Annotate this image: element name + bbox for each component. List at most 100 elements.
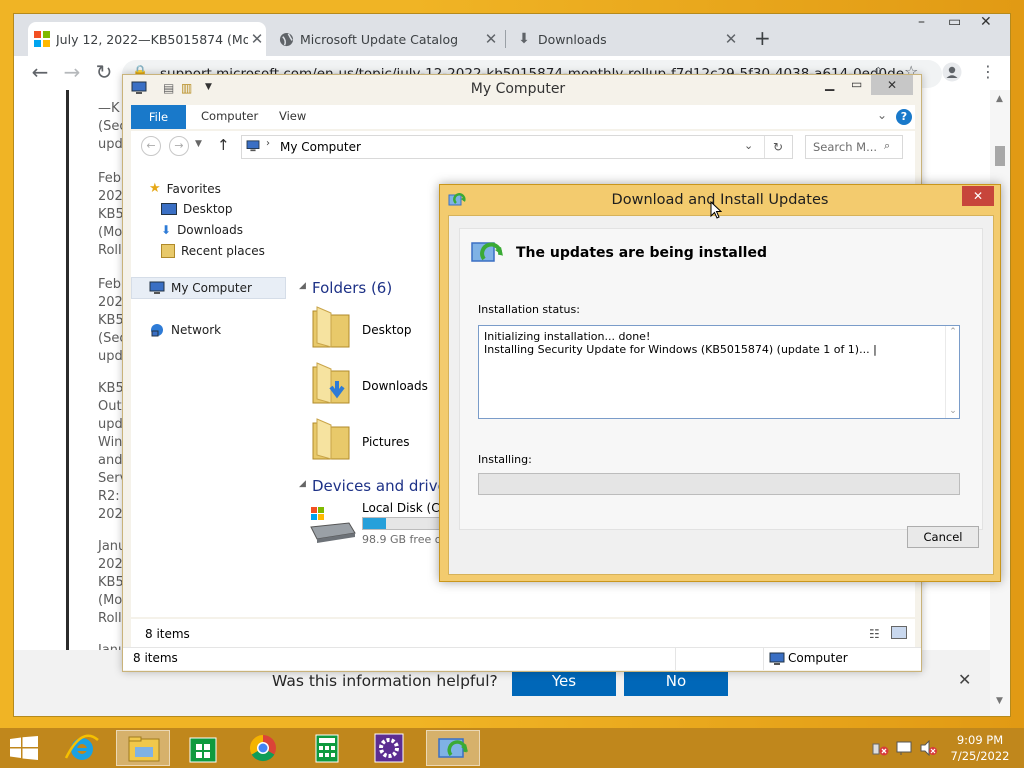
explorer-search-box[interactable]: Search M... ⌕ <box>805 135 903 159</box>
nav-network[interactable]: Network <box>149 323 221 337</box>
nav-favorites[interactable]: ★ Favorites <box>149 181 221 196</box>
collapse-devices-icon[interactable]: ◢ <box>299 479 306 489</box>
tab-downloads[interactable]: ⬇ Downloads ✕ <box>510 22 740 56</box>
close-window-icon[interactable]: ✕ <box>871 75 913 95</box>
close-tab-icon[interactable]: ✕ <box>482 30 500 48</box>
back-arrow-icon[interactable]: ← <box>28 60 52 84</box>
scrollbar-thumb[interactable] <box>995 146 1005 166</box>
dialog-close-icon[interactable]: ✕ <box>962 186 994 206</box>
taskbar-calculator[interactable] <box>300 730 354 766</box>
close-tab-icon[interactable]: ✕ <box>722 30 740 48</box>
help-icon[interactable]: ? <box>896 109 912 125</box>
taskbar-file-explorer[interactable] <box>116 730 170 766</box>
article-fragment[interactable]: Feb <box>98 276 121 294</box>
article-fragment[interactable]: 202 <box>98 556 123 574</box>
new-tab-button[interactable]: + <box>754 26 771 50</box>
nav-recent-places[interactable]: Recent places <box>161 244 265 258</box>
start-windows-icon[interactable] <box>10 736 38 760</box>
article-fragment[interactable]: KB5 <box>98 574 124 592</box>
address-row: ← → ▼ ↑ › My Computer ⌄ ↻ Search M... ⌕ <box>131 131 915 167</box>
flag-icon[interactable] <box>896 740 914 756</box>
close-tab-icon[interactable]: ✕ <box>248 30 266 48</box>
maximize-icon[interactable]: ▭ <box>948 14 961 30</box>
nav-label: Downloads <box>177 223 243 237</box>
maximize-icon[interactable]: ▭ <box>851 77 862 91</box>
nav-downloads[interactable]: ⬇ Downloads <box>161 223 243 237</box>
folder-pictures[interactable]: Pictures <box>362 435 410 449</box>
article-fragment[interactable]: Roll <box>98 610 122 628</box>
folder-icon <box>311 303 353 349</box>
article-fragment[interactable]: 202 <box>98 294 123 312</box>
gear-icon <box>374 733 404 763</box>
system-clock[interactable]: 9:09 PM 7/25/2022 <box>940 732 1020 764</box>
status-scrollbar[interactable]: ⌃ ⌄ <box>945 326 960 418</box>
scroll-up-icon[interactable]: ⌃ <box>946 326 960 339</box>
back-arrow-icon[interactable]: ← <box>141 136 161 156</box>
scroll-down-icon[interactable]: ⌄ <box>946 405 960 418</box>
taskbar-store[interactable] <box>176 730 230 766</box>
dialog-panel: The updates are being installed Installa… <box>459 228 983 530</box>
close-feedback-icon[interactable]: ✕ <box>958 670 971 689</box>
taskbar-chrome[interactable] <box>236 730 290 766</box>
collapse-folders-icon[interactable]: ◢ <box>299 281 306 291</box>
article-fragment[interactable]: 202 <box>98 506 123 524</box>
tab-computer[interactable]: Computer <box>201 109 258 123</box>
article-fragment[interactable]: —K <box>98 100 120 118</box>
network-warning-icon[interactable] <box>872 740 890 756</box>
folder-downloads[interactable]: Downloads <box>362 379 428 393</box>
forward-arrow-icon[interactable]: → <box>169 136 189 156</box>
article-fragment[interactable]: Out <box>98 398 122 416</box>
article-fragment[interactable]: KB5 <box>98 380 124 398</box>
installation-status-log[interactable]: Initializing installation... done! Insta… <box>478 325 960 419</box>
recent-locations-icon[interactable]: ▼ <box>195 139 202 149</box>
article-fragment[interactable]: and <box>98 452 122 470</box>
article-fragment[interactable]: KB5 <box>98 206 124 224</box>
scroll-down-icon[interactable]: ▼ <box>996 696 1003 706</box>
article-fragment[interactable]: Feb <box>98 170 121 188</box>
reload-icon[interactable]: ↻ <box>92 60 116 84</box>
explorer-titlebar: ▤ ▥ ▼ My Computer ▁ ▭ ✕ <box>123 75 921 103</box>
explorer-address-box[interactable]: › My Computer ⌄ ↻ <box>241 135 793 159</box>
address-dropdown-icon[interactable]: ⌄ <box>744 139 753 152</box>
ribbon-expand-icon[interactable]: ⌄ <box>877 108 887 122</box>
up-arrow-icon[interactable]: ↑ <box>217 136 230 154</box>
clock-time: 9:09 PM <box>956 733 1004 747</box>
taskbar-windows-update[interactable] <box>426 730 480 766</box>
taskbar-settings[interactable] <box>362 730 416 766</box>
cancel-button[interactable]: Cancel <box>907 526 979 548</box>
nav-desktop[interactable]: Desktop <box>161 202 233 216</box>
update-dialog: Download and Install Updates ✕ The updat… <box>439 184 1001 582</box>
tab-kb5015874[interactable]: July 12, 2022—KB5015874 (Monthly Rollup)… <box>28 22 266 56</box>
minimize-icon[interactable]: – <box>918 14 925 30</box>
article-fragment[interactable]: upd <box>98 416 123 434</box>
folders-header[interactable]: Folders (6) <box>312 279 392 297</box>
article-fragment[interactable]: (Mo <box>98 592 122 610</box>
tab-update-catalog[interactable]: Microsoft Update Catalog ✕ <box>272 22 500 56</box>
menu-dots-icon[interactable]: ⋮ <box>980 62 996 81</box>
volume-muted-icon[interactable] <box>920 740 938 756</box>
devices-header[interactable]: Devices and drives <box>312 477 455 495</box>
article-fragment[interactable]: Win <box>98 434 122 452</box>
tab-view[interactable]: View <box>279 109 306 123</box>
article-fragment[interactable]: upd <box>98 348 123 366</box>
minimize-icon[interactable]: ▁ <box>825 77 834 91</box>
recent-places-icon <box>161 244 175 258</box>
article-fragment[interactable]: (Mo <box>98 224 122 242</box>
tab-file[interactable]: File <box>131 105 186 129</box>
profile-avatar-icon[interactable] <box>942 62 962 82</box>
scroll-up-icon[interactable]: ▲ <box>996 94 1003 104</box>
article-fragment[interactable]: upd <box>98 136 123 154</box>
article-fragment[interactable]: KB5 <box>98 312 124 330</box>
close-window-icon[interactable]: ✕ <box>980 14 992 30</box>
forward-arrow-icon[interactable]: → <box>60 60 84 84</box>
details-view-icon[interactable]: ☷ <box>869 627 880 641</box>
local-disk-label[interactable]: Local Disk (C:) <box>362 501 448 515</box>
large-icons-view-icon[interactable] <box>891 626 907 639</box>
article-fragment[interactable]: Roll <box>98 242 122 260</box>
nav-my-computer[interactable]: My Computer <box>149 281 252 295</box>
article-fragment[interactable]: R2: <box>98 488 120 506</box>
refresh-icon[interactable]: ↻ <box>764 136 791 158</box>
taskbar-ie[interactable] <box>56 730 110 766</box>
folder-desktop[interactable]: Desktop <box>362 323 412 337</box>
article-fragment[interactable]: 202 <box>98 188 123 206</box>
